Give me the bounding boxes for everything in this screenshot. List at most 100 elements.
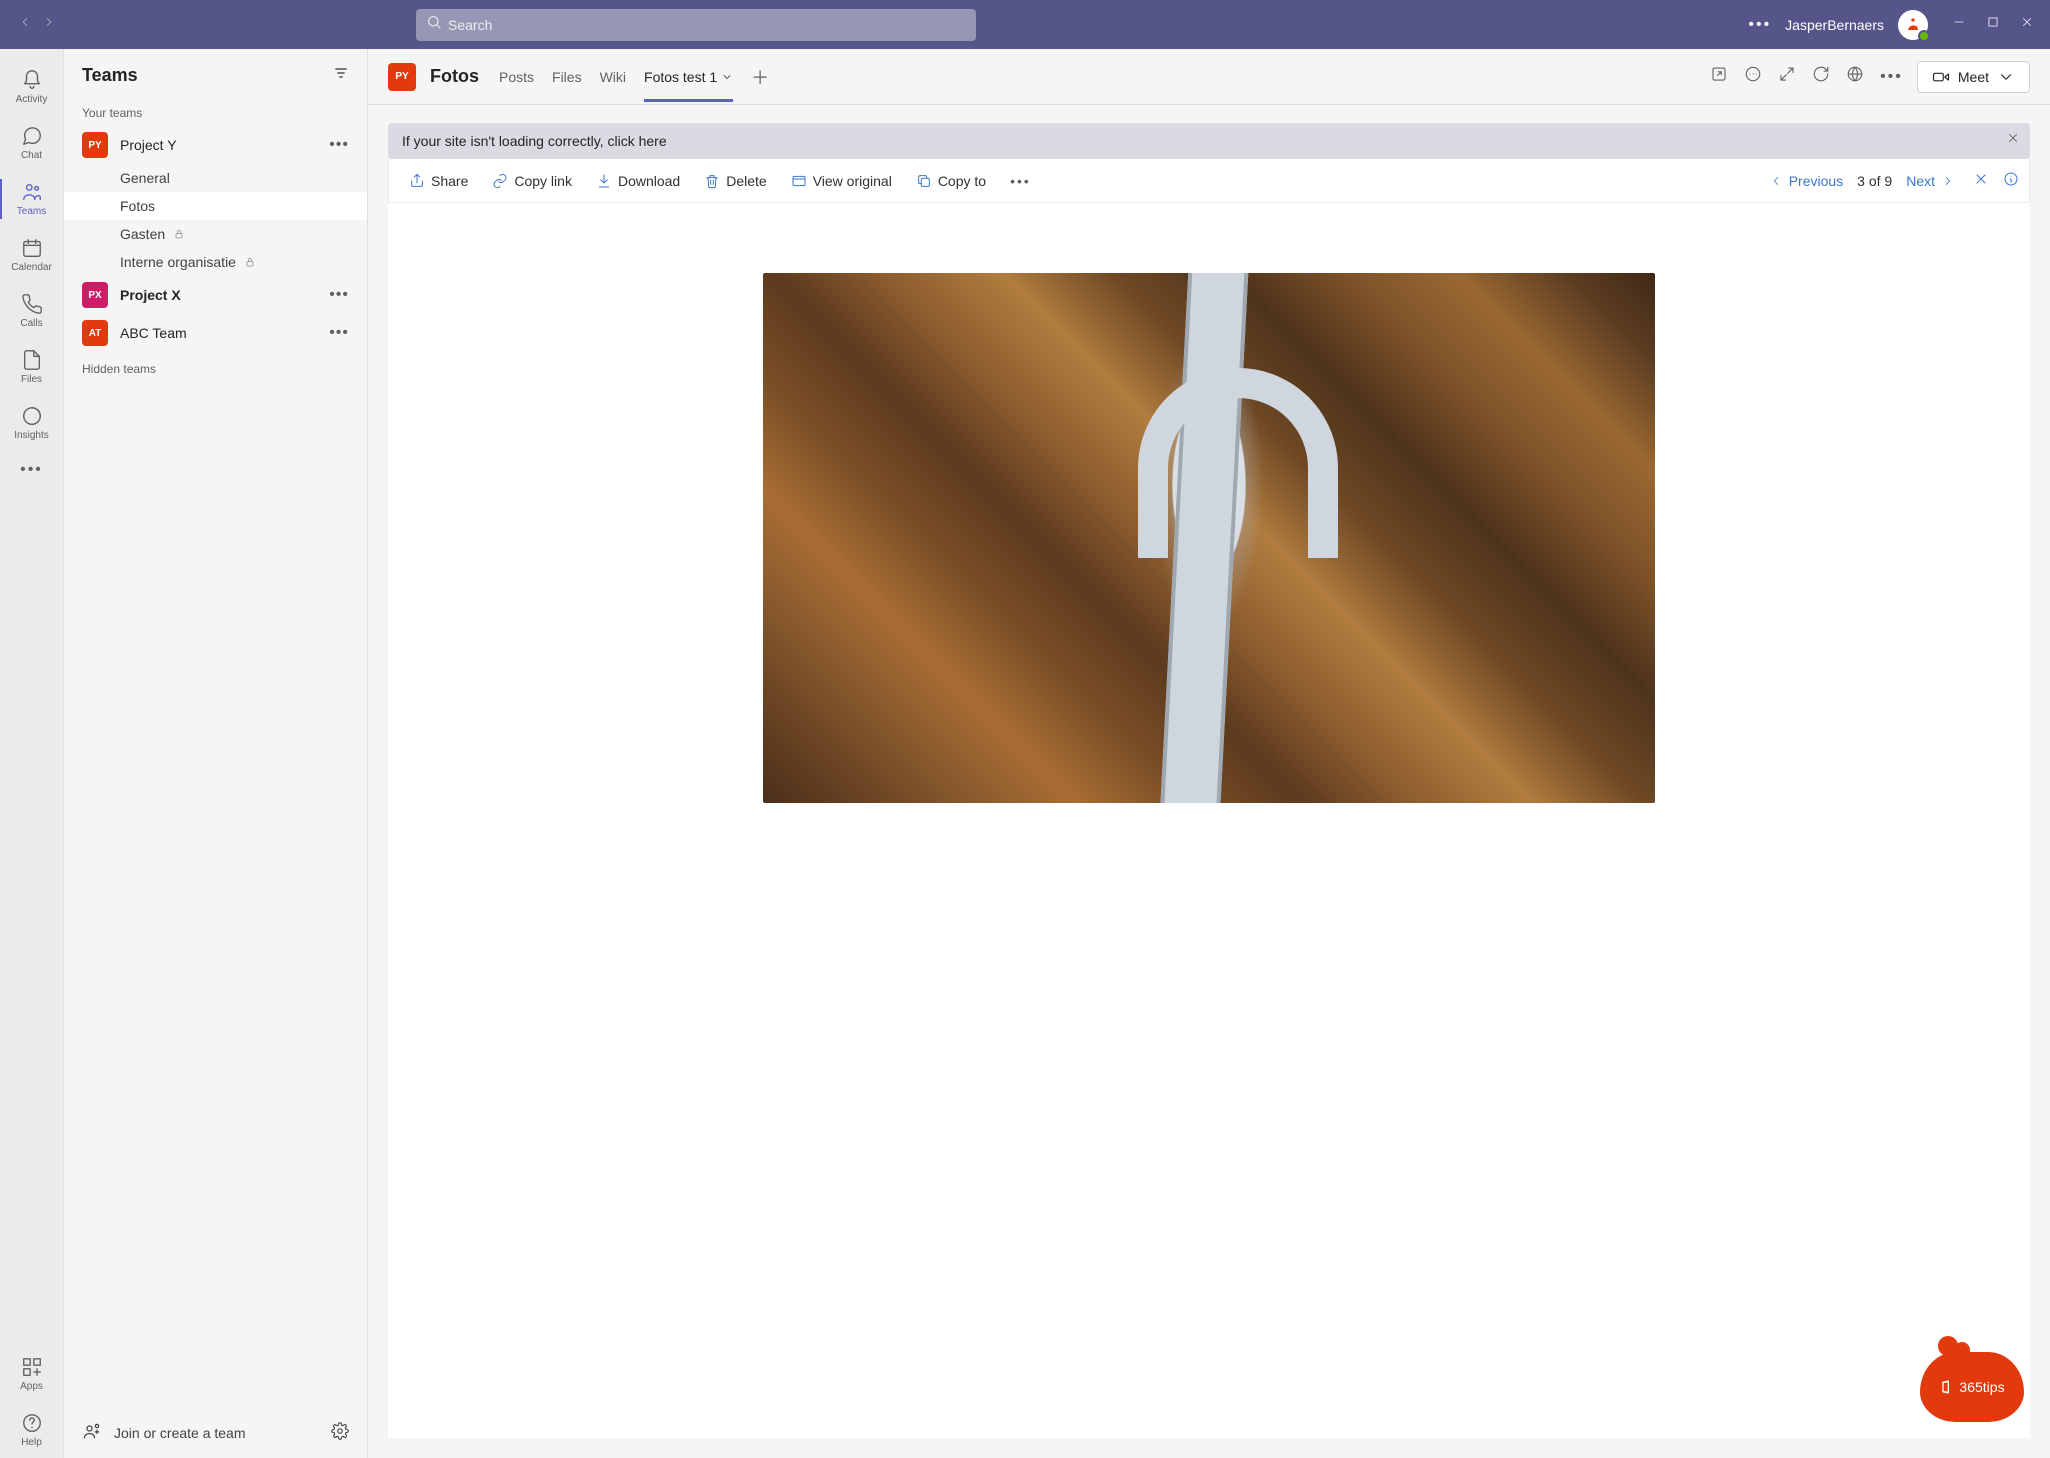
banner-close-icon[interactable]	[2006, 131, 2020, 148]
refresh-icon[interactable]	[1812, 65, 1830, 88]
avatar[interactable]	[1898, 10, 1928, 40]
team-project-y[interactable]: PY Project Y •••	[64, 126, 367, 164]
channel-general[interactable]: General	[64, 164, 367, 192]
join-team-icon[interactable]	[82, 1421, 102, 1444]
titlebar: ••• JasperBernaers	[0, 0, 2050, 49]
apps-icon	[21, 1356, 43, 1378]
search-box[interactable]	[416, 9, 976, 41]
rail-calendar[interactable]: Calendar	[0, 227, 64, 283]
rail-files[interactable]: Files	[0, 339, 64, 395]
bell-icon	[21, 69, 43, 91]
team-more-icon[interactable]: •••	[329, 286, 349, 304]
lock-icon	[244, 256, 256, 268]
username-label: JasperBernaers	[1785, 17, 1884, 33]
search-icon	[426, 14, 442, 35]
info-icon[interactable]	[2003, 171, 2019, 190]
rail-help-label: Help	[21, 1437, 42, 1448]
channel-label: Fotos	[120, 198, 155, 214]
image-viewer	[388, 203, 2030, 1438]
conversation-icon[interactable]	[1744, 65, 1762, 88]
meet-label: Meet	[1958, 69, 1989, 85]
tab-fotos-test-1[interactable]: Fotos test 1	[644, 52, 733, 102]
team-more-icon[interactable]: •••	[329, 324, 349, 342]
rail-calls[interactable]: Calls	[0, 283, 64, 339]
channel-interne-organisatie[interactable]: Interne organisatie	[64, 248, 367, 276]
content-area: PY Fotos Posts Files Wiki Fotos test 1 ＋…	[368, 49, 2050, 1458]
share-label: Share	[431, 173, 468, 189]
teams-icon	[21, 181, 43, 203]
settings-icon[interactable]	[331, 1422, 349, 1443]
team-name: Project Y	[120, 137, 317, 153]
nav-back-icon[interactable]	[18, 15, 32, 34]
share-button[interactable]: Share	[399, 159, 478, 202]
filter-icon[interactable]	[333, 65, 349, 86]
photo-preview[interactable]	[763, 273, 1655, 803]
rail-teams[interactable]: Teams	[0, 171, 64, 227]
chevron-down-icon	[721, 71, 733, 83]
previous-button[interactable]: Previous	[1769, 173, 1843, 189]
badge-365tips: 365tips	[1920, 1352, 2024, 1422]
teams-sidepanel: Teams Your teams PY Project Y ••• Genera…	[64, 49, 368, 1458]
globe-icon[interactable]	[1846, 65, 1864, 88]
team-tile: AT	[82, 320, 108, 346]
team-more-icon[interactable]: •••	[329, 136, 349, 154]
popout-icon[interactable]	[1710, 65, 1728, 88]
rail-apps[interactable]: Apps	[0, 1346, 64, 1402]
hidden-teams-label: Hidden teams	[64, 352, 367, 382]
download-label: Download	[618, 173, 680, 189]
tab-files[interactable]: Files	[552, 52, 582, 102]
toolbar-more-icon[interactable]: •••	[1000, 159, 1041, 202]
window-minimize-icon[interactable]	[1952, 15, 1966, 34]
header-more-icon[interactable]: •••	[1880, 68, 1903, 86]
rail-activity[interactable]: Activity	[0, 59, 64, 115]
close-preview-icon[interactable]	[1973, 171, 1989, 190]
rail-chat[interactable]: Chat	[0, 115, 64, 171]
channel-label: Gasten	[120, 226, 165, 242]
search-input[interactable]	[448, 17, 966, 33]
view-original-button[interactable]: View original	[781, 159, 902, 202]
your-teams-label: Your teams	[64, 96, 367, 126]
tab-wiki[interactable]: Wiki	[600, 52, 626, 102]
lock-icon	[173, 228, 185, 240]
team-abc-team[interactable]: AT ABC Team •••	[64, 314, 367, 352]
sidepanel-title: Teams	[82, 65, 138, 86]
expand-icon[interactable]	[1778, 65, 1796, 88]
phone-icon	[21, 293, 43, 315]
nav-forward-icon[interactable]	[42, 15, 56, 34]
rail-apps-label: Apps	[20, 1381, 43, 1392]
team-tile: PX	[82, 282, 108, 308]
calendar-icon	[21, 237, 43, 259]
tab-posts[interactable]: Posts	[499, 52, 534, 102]
app-rail: Activity Chat Teams Calendar Calls Files…	[0, 49, 64, 1458]
channel-gasten[interactable]: Gasten	[64, 220, 367, 248]
team-project-x[interactable]: PX Project X •••	[64, 276, 367, 314]
copy-link-button[interactable]: Copy link	[482, 159, 582, 202]
rail-more[interactable]: •••	[0, 451, 64, 489]
office-icon	[1939, 1379, 1955, 1395]
delete-label: Delete	[726, 173, 766, 189]
team-name: Project X	[120, 287, 317, 303]
add-tab-icon[interactable]: ＋	[751, 64, 769, 90]
join-team-label[interactable]: Join or create a team	[114, 1425, 246, 1441]
rail-help[interactable]: Help	[0, 1402, 64, 1458]
channel-fotos[interactable]: Fotos	[64, 192, 367, 220]
rail-insights[interactable]: Insights	[0, 395, 64, 451]
titlebar-more-icon[interactable]: •••	[1748, 16, 1771, 34]
tab-label: Fotos test 1	[644, 69, 717, 85]
window-close-icon[interactable]	[2020, 15, 2034, 34]
badge-label: 365tips	[1959, 1379, 2004, 1395]
rail-activity-label: Activity	[16, 94, 48, 105]
previous-label: Previous	[1789, 173, 1843, 189]
meet-button[interactable]: Meet	[1917, 61, 2030, 93]
channel-header: PY Fotos Posts Files Wiki Fotos test 1 ＋…	[368, 49, 2050, 105]
next-label: Next	[1906, 173, 1935, 189]
delete-button[interactable]: Delete	[694, 159, 776, 202]
rail-files-label: Files	[21, 374, 42, 385]
copy-link-label: Copy link	[514, 173, 572, 189]
window-maximize-icon[interactable]	[1986, 15, 2000, 34]
next-button[interactable]: Next	[1906, 173, 1955, 189]
copy-to-button[interactable]: Copy to	[906, 159, 996, 202]
download-button[interactable]: Download	[586, 159, 690, 202]
pager: Previous 3 of 9 Next	[1769, 173, 1955, 189]
site-loading-banner[interactable]: If your site isn't loading correctly, cl…	[388, 123, 2030, 159]
